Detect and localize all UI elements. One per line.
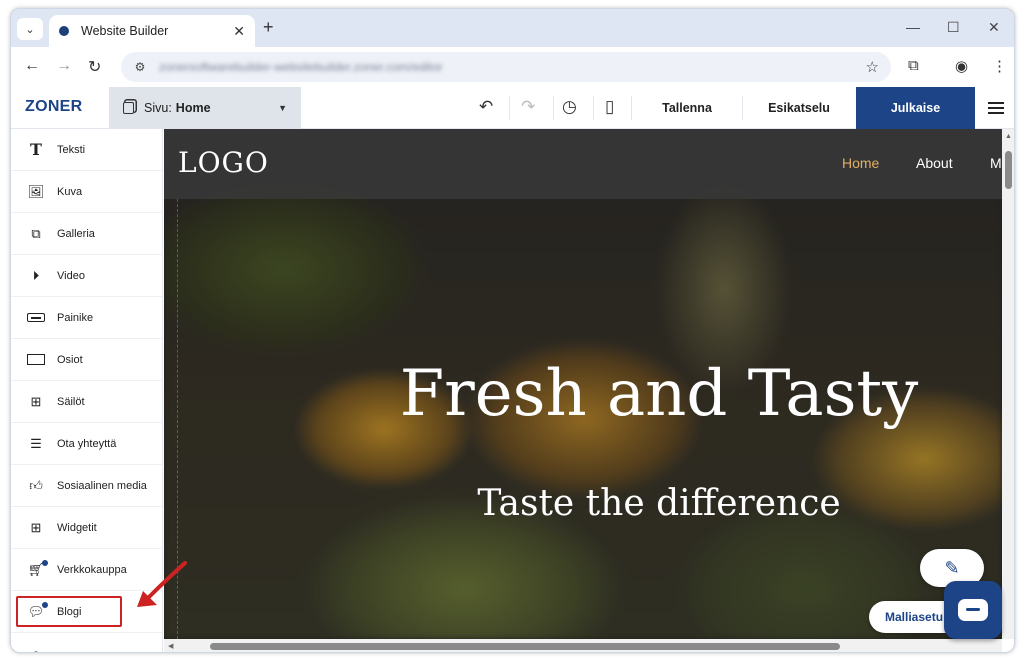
star-icon[interactable]: ☆ (866, 58, 879, 76)
sidebar-item-label: Osiot (57, 353, 83, 366)
sidebar-item-label: Verkkokauppa (57, 563, 127, 576)
sidebar-item-osiot[interactable]: Osiot (11, 339, 162, 381)
favicon-icon (59, 26, 69, 36)
divider (593, 96, 594, 120)
address-row: ← → ↻ ⚙ zonersoftwarebuilder-websitebuil… (11, 47, 1014, 87)
preview-button[interactable]: Esikatselu (743, 87, 855, 129)
caret-down-icon: ▼ (278, 103, 287, 113)
website-canvas[interactable]: LOGO Home About M Fresh and Tasty Taste … (164, 129, 1002, 639)
publish-button[interactable]: Julkaise (856, 87, 975, 129)
horizontal-scroll-thumb[interactable] (210, 643, 840, 650)
undo-icon[interactable]: ↶ (479, 97, 493, 117)
sidebar-item-label: Teksti (57, 143, 86, 156)
sidebar-item-label: Säilöt (57, 395, 85, 408)
image-icon: 🖼︎ (27, 183, 45, 199)
page-selector[interactable]: Sivu: Home ▼ (109, 87, 301, 129)
editor-toolbar: ZONER Sivu: Home ▼ ↶ ↷ ◷ ▯ Tallenna Esik… (11, 87, 1014, 129)
scroll-left-icon[interactable]: ◀ (168, 642, 173, 650)
highlight-box (16, 596, 122, 627)
sidebar-item-label: Widgetit (57, 521, 97, 534)
site-nav-home[interactable]: Home (842, 155, 879, 171)
palette-icon: ✎ (944, 557, 960, 578)
divider (631, 96, 632, 120)
sidebar-item-partial[interactable]: ○ (11, 633, 162, 652)
sidebar-item-painike[interactable]: Painike (11, 297, 162, 339)
back-icon[interactable]: ← (24, 57, 40, 75)
page-selector-name: Home (175, 101, 211, 115)
mobile-view-icon[interactable]: ▯ (605, 97, 614, 117)
site-info-icon[interactable]: ⚙ (127, 60, 153, 74)
browser-window: ⌄ Website Builder ✕ + — ☐ ✕ ← → ↻ ⚙ zone… (10, 8, 1015, 653)
extensions-icon[interactable]: ⧉ (908, 57, 919, 74)
hero-subtitle[interactable]: Taste the difference (164, 483, 1002, 524)
sidebar-item-galleria[interactable]: ⧉ Galleria (11, 213, 162, 255)
thumbs-up-icon: 👍︎ (29, 477, 43, 493)
pointer-arrow (137, 561, 187, 607)
window-close-button[interactable]: ✕ (988, 19, 1000, 36)
sidebar-item-kuva[interactable]: 🖼︎ Kuva (11, 171, 162, 213)
play-icon: ⏵ (32, 267, 40, 283)
sidebar-item-sailot[interactable]: ⊞ Säilöt (11, 381, 162, 423)
pages-icon (123, 102, 134, 114)
save-button[interactable]: Tallenna (633, 87, 741, 129)
site-nav-about[interactable]: About (916, 155, 953, 171)
new-badge (42, 559, 48, 566)
vertical-scroll-thumb[interactable] (1005, 151, 1012, 189)
minimize-button[interactable]: — (906, 19, 920, 35)
url-text: zonersoftwarebuilder-websitebuilder.zone… (159, 60, 443, 74)
sidebar-item-sosiaalinen-media[interactable]: 👍︎ Sosiaalinen media (11, 465, 162, 507)
container-icon: ⊞ (30, 393, 42, 409)
profile-icon[interactable]: ◉ (955, 57, 968, 75)
browser-tab[interactable]: Website Builder ✕ (49, 15, 255, 47)
tab-title: Website Builder (81, 24, 169, 38)
new-tab-button[interactable]: + (263, 17, 274, 38)
tab-search-button[interactable]: ⌄ (17, 18, 43, 40)
address-bar[interactable]: ⚙ zonersoftwarebuilder-websitebuilder.zo… (121, 52, 891, 82)
chat-button[interactable] (944, 581, 1002, 639)
reload-icon[interactable]: ↻ (88, 57, 101, 77)
site-header[interactable]: LOGO Home About M (164, 129, 1002, 199)
sidebar-item-label: Sosiaalinen media (57, 479, 147, 492)
scroll-up-icon[interactable]: ▲ (1005, 133, 1012, 140)
vertical-scrollbar[interactable]: ▲ (1002, 129, 1014, 639)
sidebar-item-ota-yhteytta[interactable]: ☰ Ota yhteyttä (11, 423, 162, 465)
hero-title[interactable]: Fresh and Tasty (164, 357, 1002, 431)
sidebar-item-widgetit[interactable]: ⊞ Widgetit (11, 507, 162, 549)
chevron-down-icon: ⌄ (25, 23, 35, 36)
sidebar-item-label: Video (57, 269, 85, 282)
site-logo[interactable]: LOGO (178, 146, 269, 179)
sidebar-item-label: Ota yhteyttä (57, 437, 117, 450)
sidebar-item-teksti[interactable]: T Teksti (11, 129, 162, 171)
divider (553, 96, 554, 120)
sidebar-item-video[interactable]: ⏵ Video (11, 255, 162, 297)
horizontal-scrollbar[interactable]: ◀ (164, 639, 1002, 652)
cart-icon: 🛒︎ (27, 559, 48, 577)
divider (509, 96, 510, 120)
widgets-icon: ⊞ (30, 519, 42, 535)
chat-icon (958, 599, 988, 621)
more-menu-icon[interactable]: ⋮ (992, 57, 1007, 75)
forward-icon[interactable]: → (56, 57, 72, 75)
contact-form-icon: ☰ (30, 435, 42, 451)
redo-icon[interactable]: ↷ (521, 97, 535, 117)
text-icon: T (30, 140, 42, 159)
sidebar-item-label: Kuva (57, 185, 83, 198)
tab-strip: ⌄ Website Builder ✕ + — ☐ ✕ (11, 9, 1014, 47)
partial-item-icon: ○ (27, 646, 45, 652)
sidebar-item-label: Painike (57, 311, 94, 324)
site-nav-more[interactable]: M (990, 155, 1002, 171)
maximize-button[interactable]: ☐ (947, 19, 960, 36)
gallery-icon: ⧉ (31, 225, 41, 241)
sidebar-item-label: Galleria (57, 227, 95, 240)
history-icon[interactable]: ◷ (562, 97, 577, 117)
button-icon (27, 311, 45, 325)
page-selector-prefix: Sivu: (144, 101, 172, 115)
menu-icon[interactable] (988, 99, 1004, 117)
app-logo: ZONER (25, 98, 83, 115)
close-icon[interactable]: ✕ (233, 23, 245, 40)
section-icon (27, 353, 45, 367)
